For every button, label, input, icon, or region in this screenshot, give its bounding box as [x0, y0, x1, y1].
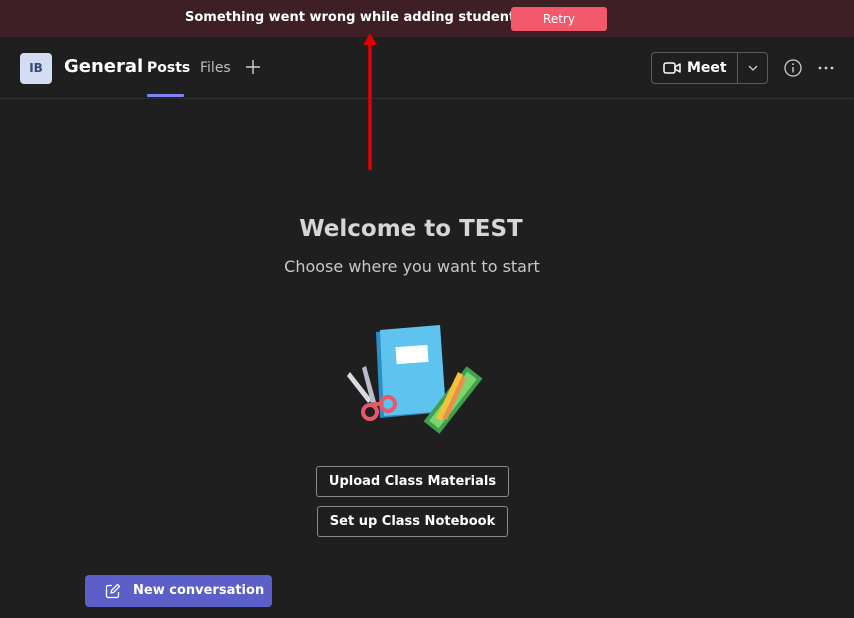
plus-icon: [246, 60, 260, 74]
upload-class-materials-button[interactable]: Upload Class Materials: [316, 466, 509, 497]
error-banner: Something went wrong while adding studen…: [0, 0, 854, 37]
setup-class-notebook-button[interactable]: Set up Class Notebook: [317, 506, 508, 537]
add-tab-button[interactable]: [243, 57, 263, 77]
annotation-arrow: [363, 33, 377, 170]
team-avatar[interactable]: IB: [20, 53, 52, 84]
tab-posts[interactable]: Posts: [147, 60, 190, 76]
meet-button-group: Meet: [651, 52, 768, 84]
video-camera-icon: [663, 62, 681, 74]
info-icon: [784, 59, 802, 77]
welcome-title: Welcome to TEST: [299, 216, 523, 242]
tab-files[interactable]: Files: [200, 60, 231, 76]
error-message: Something went wrong while adding studen…: [185, 10, 528, 25]
new-conversation-button[interactable]: New conversation: [85, 575, 272, 607]
channel-header: IB General Posts Files Meet: [0, 37, 854, 99]
channel-info-button[interactable]: [783, 58, 803, 78]
chevron-down-icon: [748, 65, 758, 71]
active-tab-indicator: [147, 94, 184, 97]
meet-button[interactable]: Meet: [652, 53, 737, 83]
teams-channel-page: Something went wrong while adding studen…: [0, 0, 854, 618]
class-supplies-illustration: [347, 325, 483, 434]
welcome-subtitle: Choose where you want to start: [284, 257, 540, 276]
new-conversation-label: New conversation: [133, 583, 265, 598]
channel-title: General: [64, 56, 144, 77]
notebook-icon: [376, 325, 446, 418]
meet-options-button[interactable]: [738, 53, 768, 83]
retry-button[interactable]: Retry: [511, 7, 607, 31]
more-options-button[interactable]: [816, 58, 836, 78]
meet-label: Meet: [687, 60, 727, 76]
more-horizontal-icon: [818, 66, 834, 70]
compose-icon: [105, 583, 121, 599]
